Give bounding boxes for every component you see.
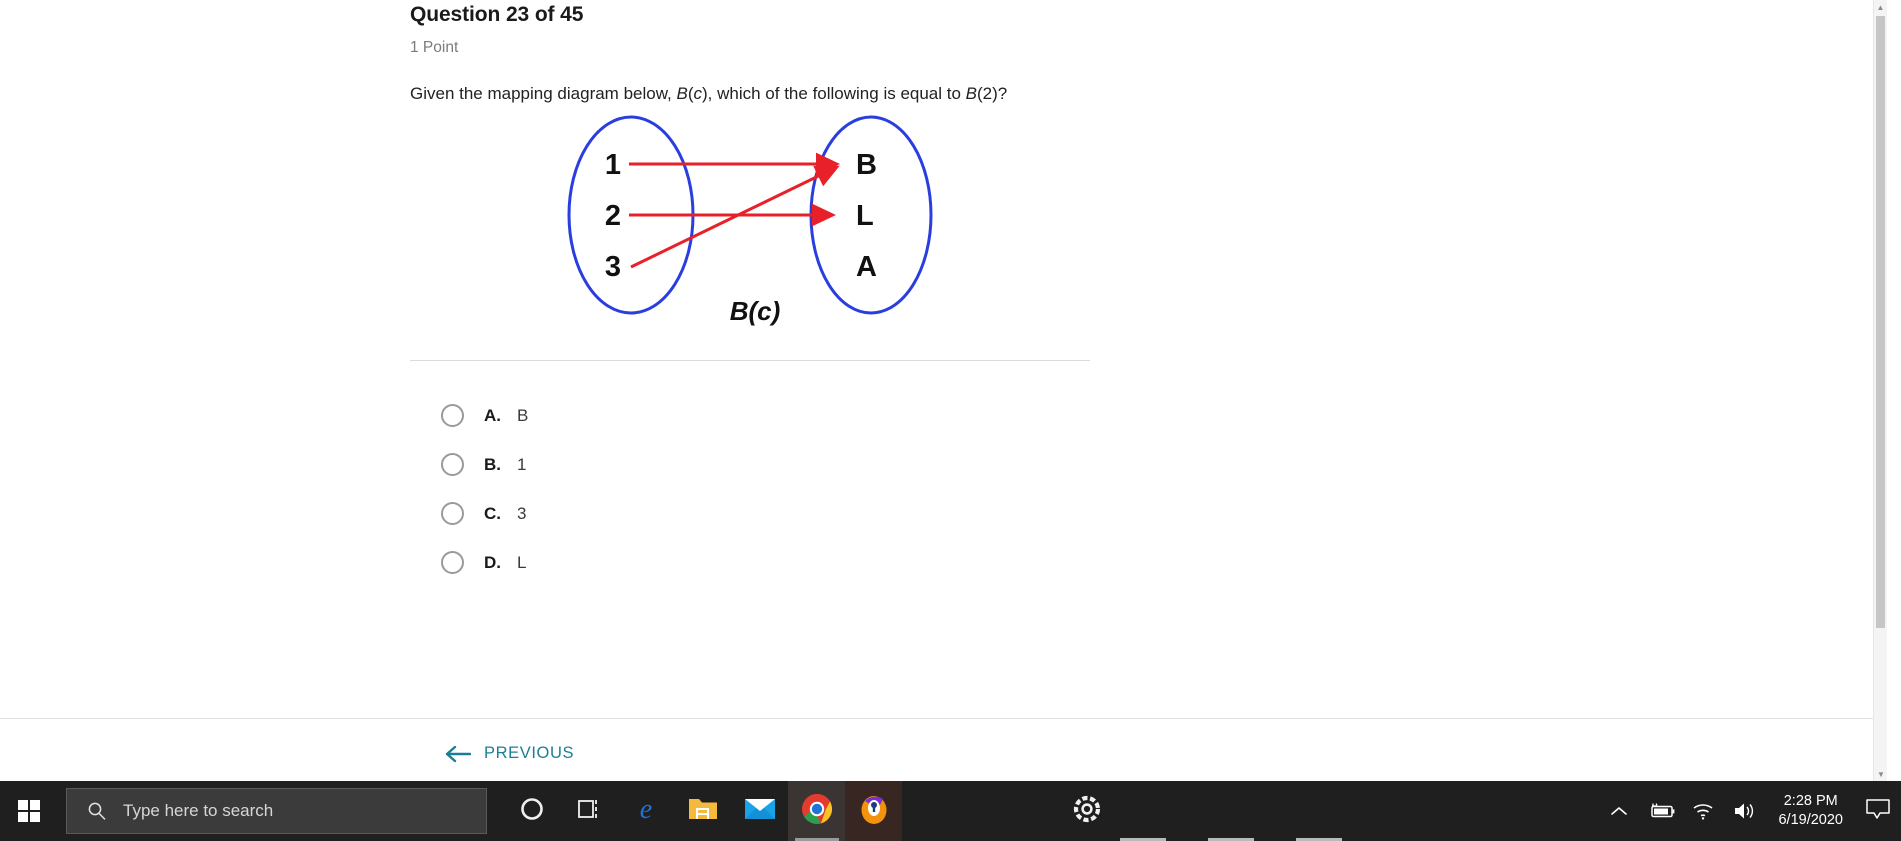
question-prompt: Given the mapping diagram below, B(c), w… [410,81,1070,106]
scrollbar-thumb[interactable] [1876,16,1885,628]
prompt-italic-B2: B [965,84,978,103]
domain-item-2: 2 [605,200,621,232]
search-icon [87,801,107,821]
wifi-icon[interactable] [1682,781,1724,841]
option-a-letter: A. [484,405,501,425]
screen: Question 23 of 45 1 Point Given the mapp… [0,0,1901,841]
google-chrome-icon [801,793,833,830]
show-hidden-icons-button[interactable] [1598,781,1640,841]
system-tray: 2:28 PM 6/19/2020 [1598,781,1901,841]
taskbar-search-box[interactable]: Type here to search [66,788,487,834]
radio-button-d[interactable] [441,551,464,574]
action-center-button[interactable] [1855,781,1901,841]
range-item-A: A [856,251,877,283]
option-b[interactable]: B. 1 [410,440,1100,489]
taskbar-item-firefox[interactable] [845,781,902,841]
diagram-caption: B(c) [730,296,781,326]
domain-item-3: 3 [605,251,621,283]
range-item-L: L [856,200,874,232]
quiz-page: Question 23 of 45 1 Point Given the mapp… [0,0,1887,781]
taskbar-item-chrome[interactable] [788,781,845,841]
question-points: 1 Point [410,39,459,56]
taskbar-item-task-view[interactable] [560,781,617,841]
prompt-part-1: Given the mapping diagram below, [410,84,677,103]
clock-time: 2:28 PM [1783,793,1838,809]
question-content: Question 23 of 45 1 Point Given the mapp… [410,0,1100,587]
scroll-up-arrow-icon[interactable]: ▲ [1874,0,1887,14]
option-d[interactable]: D. L [410,538,1100,587]
search-input[interactable]: Type here to search [123,801,273,821]
option-c[interactable]: C. 3 [410,489,1100,538]
page-scrollbar[interactable]: ▲ ▼ [1873,0,1887,781]
radio-button-a[interactable] [441,404,464,427]
cortana-icon [519,796,545,827]
option-a[interactable]: A. B [410,391,1100,440]
file-explorer-icon [687,795,719,828]
mail-icon [744,796,776,827]
option-c-value: 3 [517,503,527,523]
option-d-letter: D. [484,552,501,572]
start-button[interactable] [0,781,58,841]
taskbar-item-mail[interactable] [731,781,788,841]
firefox-icon [858,793,890,830]
previous-button[interactable]: PREVIOUS [437,740,582,767]
domain-item-1: 1 [605,149,621,181]
arrow-left-icon [445,745,471,763]
option-b-letter: B. [484,454,501,474]
arrow-3-to-B [630,165,840,269]
settings-gear-icon [1072,794,1102,829]
mapping-diagram-figure: 1 2 3 B L A B(c) [410,112,1100,327]
answer-options: A. B B. 1 C. 3 D. L [410,391,1100,587]
option-b-value: 1 [517,454,527,474]
scroll-down-arrow-icon[interactable]: ▼ [1874,767,1887,781]
taskbar-pinned-items: e [503,781,1115,841]
prompt-italic-c: c [693,84,703,103]
radio-button-b[interactable] [441,453,464,476]
taskbar-item-cortana[interactable] [503,781,560,841]
windows-taskbar: Type here to search e 2:28 PM 6/19/2020 [0,781,1901,841]
option-a-value: B [517,405,529,425]
prompt-part-3: ), which of the following is equal to [702,84,966,103]
battery-charging-icon[interactable] [1640,781,1682,841]
previous-button-label: PREVIOUS [484,744,575,762]
prompt-italic-B1: B [676,84,688,103]
volume-icon[interactable] [1724,781,1766,841]
taskbar-item-file-explorer[interactable] [674,781,731,841]
prompt-part-4: (2)? [977,84,1008,103]
range-item-B: B [856,149,877,181]
footer-divider [0,718,1887,719]
windows-logo-icon [18,800,40,822]
option-c-letter: C. [484,503,501,523]
microsoft-edge-icon: e [631,794,661,829]
action-center-icon [1865,797,1891,826]
section-divider [410,360,1090,361]
svg-text:e: e [639,794,651,824]
taskbar-item-settings[interactable] [1058,781,1115,841]
task-view-icon [576,797,602,826]
taskbar-item-edge[interactable]: e [617,781,674,841]
option-d-value: L [517,552,527,572]
page-title: Question 23 of 45 [410,3,584,26]
mapping-diagram: 1 2 3 B L A B(c) [567,115,933,326]
radio-button-c[interactable] [441,502,464,525]
taskbar-clock[interactable]: 2:28 PM 6/19/2020 [1766,792,1855,830]
clock-date: 6/19/2020 [1778,812,1843,828]
